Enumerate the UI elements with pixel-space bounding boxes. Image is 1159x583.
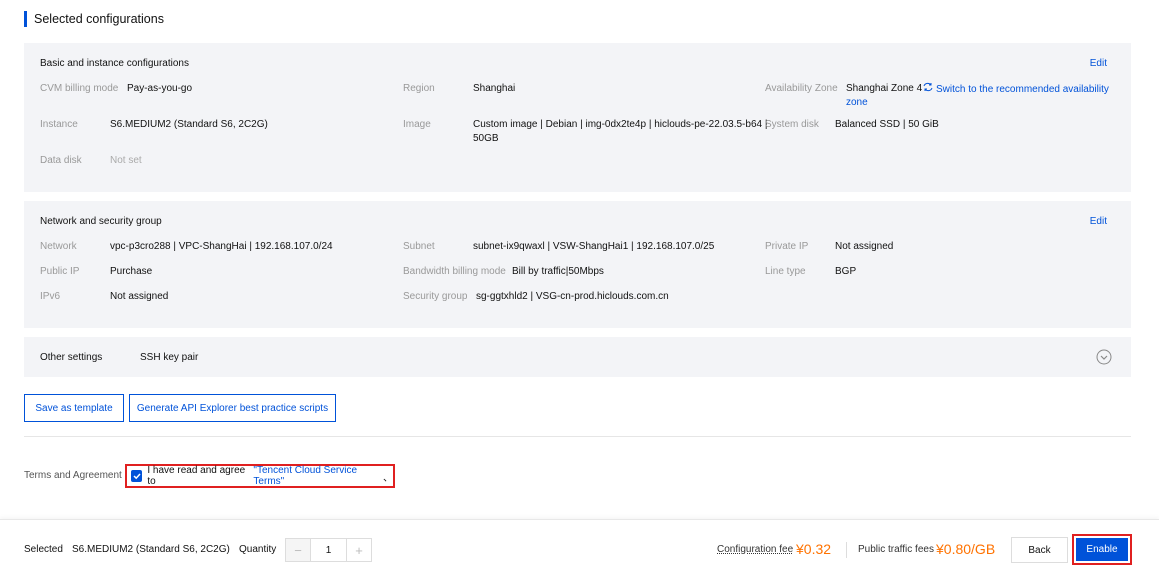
footer-bar: Selected S6.MEDIUM2 (Standard S6, 2C2G) …	[0, 519, 1159, 583]
image-value: Custom image | Debian | img-0dx2te4p | h…	[473, 119, 768, 130]
subnet-value: subnet-ix9qwaxl | VSW-ShangHai1 | 192.16…	[473, 241, 715, 252]
terms-agreement-highlight: I have read and agree to "Tencent Cloud …	[125, 464, 395, 488]
configuration-fee-value: ¥0.32	[796, 541, 832, 557]
terms-trail: 、	[382, 472, 393, 484]
bandwidth-label: Bandwidth billing mode	[403, 266, 506, 277]
generate-api-scripts-button[interactable]: Generate API Explorer best practice scri…	[129, 394, 336, 422]
network-value: vpc-p3cro288 | VPC-ShangHai | 192.168.10…	[110, 241, 333, 252]
increment-button[interactable]: +	[347, 539, 371, 561]
az-switch-link-cont[interactable]: zone	[846, 96, 868, 110]
data-disk-value: Not set	[110, 155, 142, 166]
line-type-label: Line type	[765, 266, 806, 277]
traffic-fee-label: Public traffic fees	[858, 544, 934, 555]
public-ip-value: Purchase	[110, 266, 153, 277]
billing-mode-label: CVM billing mode	[40, 83, 119, 94]
page-title: Selected configurations	[24, 11, 164, 27]
az-value: Shanghai Zone 4	[846, 83, 923, 94]
traffic-fee-value: ¥0.80/GB	[936, 541, 996, 557]
region-label: Region	[403, 83, 435, 94]
terms-link[interactable]: "Tencent Cloud Service Terms"	[253, 465, 383, 487]
terms-text: I have read and agree to	[147, 465, 246, 487]
network-label: Network	[40, 241, 77, 252]
subnet-label: Subnet	[403, 241, 435, 252]
chevron-down-icon[interactable]	[1096, 349, 1112, 365]
ipv6-value: Not assigned	[110, 291, 169, 302]
quantity-stepper: − 1 +	[285, 538, 372, 562]
other-settings-card[interactable]: Other settings SSH key pair	[24, 337, 1131, 377]
instance-value: S6.MEDIUM2 (Standard S6, 2C2G)	[110, 119, 268, 130]
selected-label: Selected	[24, 544, 63, 555]
enable-button-highlight: Enable	[1072, 534, 1132, 565]
divider	[24, 436, 1131, 437]
private-ip-label: Private IP	[765, 241, 809, 252]
decrement-button[interactable]: −	[286, 539, 310, 561]
data-disk-label: Data disk	[40, 155, 82, 166]
system-disk-value: Balanced SSD | 50 GiB	[835, 119, 939, 130]
configuration-fee-label[interactable]: Configuration fee	[717, 544, 793, 555]
other-settings-value: SSH key pair	[140, 352, 199, 363]
terms-checkbox[interactable]	[131, 470, 143, 482]
basic-edit-link[interactable]: Edit	[1090, 58, 1107, 69]
quantity-label: Quantity	[239, 544, 277, 555]
enable-button[interactable]: Enable	[1076, 538, 1128, 561]
fee-divider	[846, 542, 847, 558]
az-label: Availability Zone	[765, 83, 838, 94]
security-group-label: Security group	[403, 291, 468, 302]
quantity-input[interactable]: 1	[310, 539, 347, 561]
selected-value: S6.MEDIUM2 (Standard S6, 2C2G)	[72, 544, 230, 555]
other-settings-label: Other settings	[40, 352, 103, 363]
system-disk-label: System disk	[765, 119, 819, 130]
bandwidth-value: Bill by traffic|50Mbps	[512, 266, 604, 277]
back-button[interactable]: Back	[1011, 537, 1068, 563]
billing-mode-value: Pay-as-you-go	[127, 83, 193, 94]
switch-icon	[923, 82, 933, 97]
public-ip-label: Public IP	[40, 266, 80, 277]
network-config-title: Network and security group	[40, 216, 162, 227]
terms-label: Terms and Agreement	[24, 470, 122, 481]
ipv6-label: IPv6	[40, 291, 61, 302]
private-ip-value: Not assigned	[835, 241, 894, 252]
security-group-value: sg-ggtxhld2 | VSG-cn-prod.hiclouds.com.c…	[476, 291, 669, 302]
image-value-cont: 50GB	[473, 133, 499, 144]
az-switch-link[interactable]: Switch to the recommended availability	[923, 82, 1109, 97]
image-label: Image	[403, 119, 431, 130]
network-edit-link[interactable]: Edit	[1090, 216, 1107, 227]
line-type-value: BGP	[835, 266, 857, 277]
region-value: Shanghai	[473, 83, 516, 94]
basic-config-card: Basic and instance configurations Edit C…	[24, 43, 1131, 192]
save-template-button[interactable]: Save as template	[24, 394, 124, 422]
instance-label: Instance	[40, 119, 78, 130]
basic-config-title: Basic and instance configurations	[40, 58, 189, 69]
network-config-card: Network and security group Edit Network …	[24, 201, 1131, 328]
